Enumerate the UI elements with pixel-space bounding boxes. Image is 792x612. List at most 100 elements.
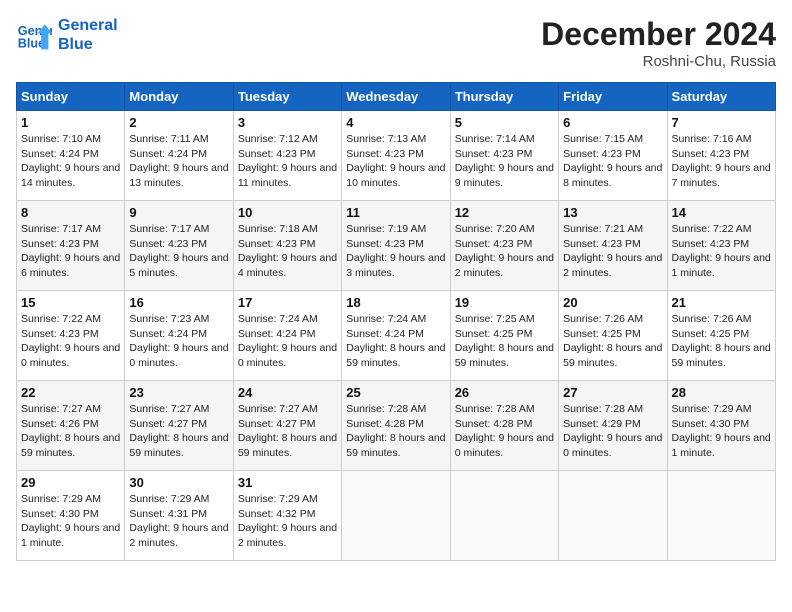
day-number: 23 (129, 385, 228, 400)
day-info: Sunrise: 7:22 AMSunset: 4:23 PMDaylight:… (21, 312, 120, 371)
calendar-cell: 9Sunrise: 7:17 AMSunset: 4:23 PMDaylight… (125, 201, 233, 291)
calendar-cell (667, 471, 775, 561)
svg-text:Blue: Blue (18, 37, 45, 51)
day-info: Sunrise: 7:17 AMSunset: 4:23 PMDaylight:… (129, 222, 228, 281)
day-number: 1 (21, 115, 120, 130)
day-info: Sunrise: 7:21 AMSunset: 4:23 PMDaylight:… (563, 222, 662, 281)
day-info: Sunrise: 7:11 AMSunset: 4:24 PMDaylight:… (129, 132, 228, 191)
page-header: General Blue General Blue December 2024 … (16, 16, 776, 70)
day-number: 15 (21, 295, 120, 310)
day-info: Sunrise: 7:24 AMSunset: 4:24 PMDaylight:… (346, 312, 445, 371)
day-number: 16 (129, 295, 228, 310)
day-info: Sunrise: 7:15 AMSunset: 4:23 PMDaylight:… (563, 132, 662, 191)
calendar-cell (342, 471, 450, 561)
calendar-cell: 20Sunrise: 7:26 AMSunset: 4:25 PMDayligh… (559, 291, 667, 381)
calendar-cell: 2 Sunrise: 7:11 AMSunset: 4:24 PMDaylight… (125, 111, 233, 201)
calendar-cell: 6 Sunrise: 7:15 AMSunset: 4:23 PMDaylight… (559, 111, 667, 201)
day-info: Sunrise: 7:22 AMSunset: 4:23 PMDaylight:… (672, 222, 771, 281)
calendar-cell: 7 Sunrise: 7:16 AMSunset: 4:23 PMDaylight… (667, 111, 775, 201)
column-header-saturday: Saturday (667, 83, 775, 111)
day-number: 7 (672, 115, 771, 130)
day-info: Sunrise: 7:13 AMSunset: 4:23 PMDaylight:… (346, 132, 445, 191)
calendar-cell: 27Sunrise: 7:28 AMSunset: 4:29 PMDayligh… (559, 381, 667, 471)
day-number: 29 (21, 475, 120, 490)
calendar-cell: 11 Sunrise: 7:19 AMSunset: 4:23 PMDayligh… (342, 201, 450, 291)
calendar-cell: 23 Sunrise: 7:27 AMSunset: 4:27 PMDayligh… (125, 381, 233, 471)
column-header-wednesday: Wednesday (342, 83, 450, 111)
day-info: Sunrise: 7:19 AMSunset: 4:23 PMDaylight:… (346, 222, 445, 281)
day-info: Sunrise: 7:29 AMSunset: 4:32 PMDaylight:… (238, 492, 337, 551)
calendar-cell: 17Sunrise: 7:24 AMSunset: 4:24 PMDayligh… (233, 291, 341, 381)
calendar-cell: 21 Sunrise: 7:26 AMSunset: 4:25 PMDayligh… (667, 291, 775, 381)
day-info: Sunrise: 7:10 AMSunset: 4:24 PMDaylight:… (21, 132, 120, 191)
day-info: Sunrise: 7:25 AMSunset: 4:25 PMDaylight:… (455, 312, 554, 371)
calendar-cell (450, 471, 558, 561)
day-info: Sunrise: 7:26 AMSunset: 4:25 PMDaylight:… (672, 312, 771, 371)
day-number: 14 (672, 205, 771, 220)
day-number: 21 (672, 295, 771, 310)
calendar-cell: 28 Sunrise: 7:29 AMSunset: 4:30 PMDayligh… (667, 381, 775, 471)
calendar-week-row: 29 Sunrise: 7:29 AMSunset: 4:30 PMDayligh… (17, 471, 776, 561)
day-info: Sunrise: 7:23 AMSunset: 4:24 PMDaylight:… (129, 312, 228, 371)
day-number: 28 (672, 385, 771, 400)
calendar-cell: 1 Sunrise: 7:10 AMSunset: 4:24 PMDaylight… (17, 111, 125, 201)
calendar-header-row: SundayMondayTuesdayWednesdayThursdayFrid… (17, 83, 776, 111)
calendar-cell: 30 Sunrise: 7:29 AMSunset: 4:31 PMDayligh… (125, 471, 233, 561)
calendar-cell (559, 471, 667, 561)
column-header-monday: Monday (125, 83, 233, 111)
day-info: Sunrise: 7:28 AMSunset: 4:28 PMDaylight:… (346, 402, 445, 461)
calendar-week-row: 1 Sunrise: 7:10 AMSunset: 4:24 PMDaylight… (17, 111, 776, 201)
logo-line2: Blue (58, 35, 118, 54)
day-info: Sunrise: 7:14 AMSunset: 4:23 PMDaylight:… (455, 132, 554, 191)
calendar-cell: 26 Sunrise: 7:28 AMSunset: 4:28 PMDayligh… (450, 381, 558, 471)
calendar-cell: 22 Sunrise: 7:27 AMSunset: 4:26 PMDayligh… (17, 381, 125, 471)
day-info: Sunrise: 7:27 AMSunset: 4:27 PMDaylight:… (129, 402, 228, 461)
day-number: 8 (21, 205, 120, 220)
calendar-cell: 14 Sunrise: 7:22 AMSunset: 4:23 PMDayligh… (667, 201, 775, 291)
day-number: 31 (238, 475, 337, 490)
location: Roshni-Chu, Russia (541, 53, 776, 70)
day-info: Sunrise: 7:29 AMSunset: 4:31 PMDaylight:… (129, 492, 228, 551)
day-number: 26 (455, 385, 554, 400)
calendar-cell: 8Sunrise: 7:17 AMSunset: 4:23 PMDaylight… (17, 201, 125, 291)
day-number: 12 (455, 205, 554, 220)
calendar-cell: 3Sunrise: 7:12 AMSunset: 4:23 PMDaylight… (233, 111, 341, 201)
logo: General Blue General Blue (16, 16, 118, 54)
day-info: Sunrise: 7:28 AMSunset: 4:28 PMDaylight:… (455, 402, 554, 461)
day-info: Sunrise: 7:16 AMSunset: 4:23 PMDaylight:… (672, 132, 771, 191)
calendar-cell: 5 Sunrise: 7:14 AMSunset: 4:23 PMDaylight… (450, 111, 558, 201)
day-number: 10 (238, 205, 337, 220)
column-header-thursday: Thursday (450, 83, 558, 111)
calendar-cell: 19 Sunrise: 7:25 AMSunset: 4:25 PMDayligh… (450, 291, 558, 381)
day-info: Sunrise: 7:27 AMSunset: 4:27 PMDaylight:… (238, 402, 337, 461)
calendar-cell: 16 Sunrise: 7:23 AMSunset: 4:24 PMDayligh… (125, 291, 233, 381)
day-number: 17 (238, 295, 337, 310)
day-number: 18 (346, 295, 445, 310)
calendar-cell: 25 Sunrise: 7:28 AMSunset: 4:28 PMDayligh… (342, 381, 450, 471)
day-number: 11 (346, 205, 445, 220)
day-number: 30 (129, 475, 228, 490)
day-number: 22 (21, 385, 120, 400)
day-number: 5 (455, 115, 554, 130)
title-block: December 2024 Roshni-Chu, Russia (541, 16, 776, 70)
day-info: Sunrise: 7:18 AMSunset: 4:23 PMDaylight:… (238, 222, 337, 281)
day-info: Sunrise: 7:29 AMSunset: 4:30 PMDaylight:… (672, 402, 771, 461)
calendar-cell: 29 Sunrise: 7:29 AMSunset: 4:30 PMDayligh… (17, 471, 125, 561)
day-number: 25 (346, 385, 445, 400)
day-info: Sunrise: 7:27 AMSunset: 4:26 PMDaylight:… (21, 402, 120, 461)
calendar-week-row: 8 Sunrise: 7:17 AMSunset: 4:23 PMDaylight… (17, 201, 776, 291)
day-number: 6 (563, 115, 662, 130)
calendar-week-row: 15 Sunrise: 7:22 AMSunset: 4:23 PMDayligh… (17, 291, 776, 381)
calendar-cell: 4 Sunrise: 7:13 AMSunset: 4:23 PMDaylight… (342, 111, 450, 201)
day-number: 20 (563, 295, 662, 310)
day-number: 4 (346, 115, 445, 130)
calendar-cell: 24Sunrise: 7:27 AMSunset: 4:27 PMDayligh… (233, 381, 341, 471)
day-info: Sunrise: 7:12 AMSunset: 4:23 PMDaylight:… (238, 132, 337, 191)
day-info: Sunrise: 7:29 AMSunset: 4:30 PMDaylight:… (21, 492, 120, 551)
day-number: 19 (455, 295, 554, 310)
calendar-cell: 31 Sunrise: 7:29 AMSunset: 4:32 PMDayligh… (233, 471, 341, 561)
day-info: Sunrise: 7:28 AMSunset: 4:29 PMDaylight:… (563, 402, 662, 461)
calendar-cell: 15 Sunrise: 7:22 AMSunset: 4:23 PMDayligh… (17, 291, 125, 381)
calendar-cell: 13Sunrise: 7:21 AMSunset: 4:23 PMDayligh… (559, 201, 667, 291)
day-number: 2 (129, 115, 228, 130)
